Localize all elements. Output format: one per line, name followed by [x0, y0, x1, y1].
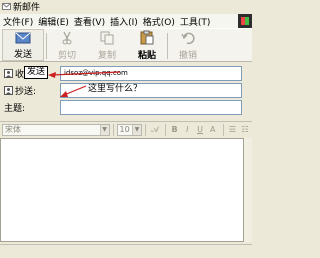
undo-button[interactable]: 撤销 — [168, 29, 208, 61]
menu-tools[interactable]: 工具(T) — [180, 15, 211, 28]
copy-icon — [99, 30, 115, 46]
arrow-to-callout — [48, 71, 121, 78]
font-family-value: 宋体 — [5, 125, 21, 134]
cut-button[interactable]: 剪切 — [47, 29, 87, 61]
format-divider — [164, 124, 166, 136]
window-title: 新邮件 — [13, 3, 41, 13]
format-toolbar: 宋体 ▼ 10 ▼ 𝒜 B I U A ☰ ☷ — [0, 121, 252, 138]
undo-icon — [180, 30, 196, 46]
title-bar: 新邮件 — [0, 0, 252, 13]
format-divider — [222, 124, 224, 136]
undo-label: 撤销 — [178, 50, 197, 61]
underline-button[interactable]: U — [194, 124, 206, 136]
vertical-scrollbar[interactable] — [244, 138, 252, 242]
format-divider — [145, 124, 146, 136]
new-mail-icon — [2, 3, 11, 10]
cut-label: 剪切 — [57, 50, 76, 61]
bold-button[interactable]: B — [169, 124, 181, 136]
italic-button[interactable]: I — [181, 124, 193, 136]
scissors-icon — [59, 30, 75, 46]
windows-logo-icon — [238, 14, 252, 28]
numbered-list-icon[interactable]: ☰ — [227, 124, 239, 136]
font-color-label: A — [209, 125, 216, 134]
menu-insert[interactable]: 插入(I) — [110, 15, 138, 28]
font-color-button[interactable]: A — [207, 124, 219, 136]
send-label: 发送 — [13, 50, 32, 60]
send-button[interactable]: 发送 — [2, 29, 44, 61]
menu-format[interactable]: 格式(O) — [143, 15, 175, 28]
copy-label: 复制 — [97, 50, 116, 61]
status-bar — [0, 244, 252, 258]
chevron-down-icon: ▼ — [132, 125, 142, 135]
menu-edit[interactable]: 编辑(E) — [38, 15, 69, 28]
annotation-arrows — [48, 71, 121, 97]
message-body[interactable] — [0, 138, 244, 242]
menu-bar: 文件(F) 编辑(E) 查看(V) 插入(I) 格式(O) 工具(T) — [0, 14, 252, 28]
clipboard-icon — [139, 30, 155, 46]
font-family-select[interactable]: 宋体 ▼ — [2, 124, 110, 136]
format-divider — [112, 124, 114, 136]
subject-row: 主题: — [4, 100, 25, 115]
paste-label: 粘贴 — [137, 50, 156, 61]
font-size-select[interactable]: 10 ▼ — [116, 124, 143, 136]
copy-button[interactable]: 复制 — [87, 29, 127, 61]
toolbar: 发送 剪切 复制 粘贴 撤销 — [0, 28, 252, 62]
font-size-value: 10 — [119, 125, 130, 134]
subject-label: 主题: — [4, 104, 26, 114]
arrow-to-field — [60, 85, 87, 97]
send-icon — [15, 30, 31, 45]
chevron-down-icon: ▼ — [99, 125, 109, 135]
subject-field[interactable] — [60, 100, 242, 115]
menu-file[interactable]: 文件(F) — [3, 15, 33, 28]
font-icon: 𝒜 — [151, 125, 159, 134]
bullet-list-icon[interactable]: ☷ — [239, 124, 251, 136]
paste-button[interactable]: 粘贴 — [127, 29, 167, 61]
menu-view[interactable]: 查看(V) — [74, 15, 105, 28]
